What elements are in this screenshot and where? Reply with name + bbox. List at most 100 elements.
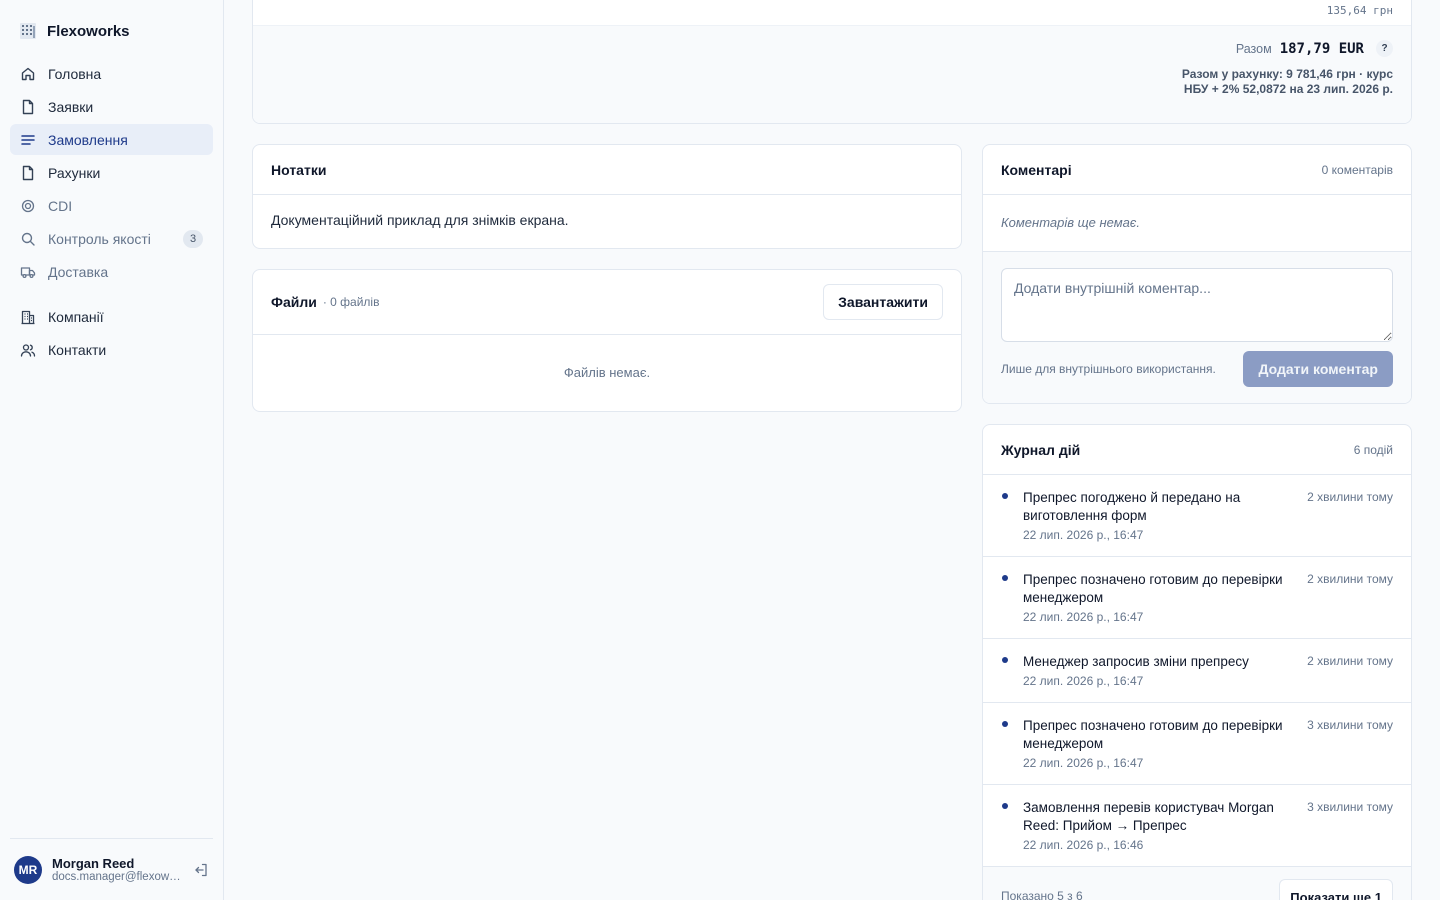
- event-relative-time: 2 хвилини тому: [1307, 572, 1393, 586]
- sidebar-item-label: Заявки: [48, 98, 94, 115]
- list-icon: [21, 134, 35, 145]
- event-dot-icon: [1002, 657, 1008, 663]
- event-timestamp: 22 лип. 2026 р., 16:47: [1023, 674, 1144, 688]
- activity-event: Препрес позначено готовим до перевірки м…: [983, 557, 1411, 639]
- avatar: MR: [14, 855, 42, 884]
- sidebar-item-home[interactable]: Головна: [10, 58, 213, 89]
- sidebar-item-cdi[interactable]: CDI: [10, 190, 213, 221]
- event-relative-time: 2 хвилини тому: [1307, 654, 1393, 668]
- activity-log-count: 6 подій: [1353, 442, 1393, 457]
- files-card: Файли · 0 файлів Завантажити Файлів нема…: [252, 269, 962, 412]
- event-dot-icon: [1002, 721, 1008, 727]
- search-icon: [21, 232, 35, 246]
- sidebar-item-label: Компанії: [48, 308, 104, 325]
- target-icon: [21, 199, 35, 212]
- activity-log-card: Журнал дій 6 подій Препрес погоджено й п…: [982, 424, 1412, 900]
- count-badge: 3: [183, 229, 203, 248]
- truck-icon: [20, 266, 36, 278]
- sidebar-item-label: Головна: [48, 65, 102, 82]
- sidebar-item-label: Контакти: [48, 341, 107, 358]
- sidebar-item-label: Контроль якості: [48, 230, 151, 247]
- activity-event: Препрес погоджено й передано на виготовл…: [983, 475, 1411, 557]
- activity-log-footer: Показано 5 з 6 Показати ще 1: [983, 867, 1411, 900]
- sidebar-item-label: Рахунки: [48, 164, 101, 181]
- user-email: docs.manager@flexoworks.com: [52, 871, 183, 883]
- building-grid-icon: [20, 23, 36, 39]
- comments-header: Коментарі 0 коментарів: [983, 145, 1411, 195]
- event-text: Препрес позначено готовим до перевірки м…: [1023, 718, 1283, 751]
- total-value: 187,79 EUR: [1279, 40, 1364, 57]
- event-text: Препрес погоджено й передано на виготовл…: [1023, 490, 1241, 523]
- sidebar-item-delivery[interactable]: Доставка: [10, 256, 213, 287]
- sidebar: Flexoworks Головна Заявки Замовлення Рах…: [0, 0, 224, 900]
- activity-event: Менеджер запросив зміни препресу 2 хвили…: [983, 639, 1411, 703]
- notes-card: Нотатки Документаційний приклад для знім…: [252, 144, 962, 249]
- event-relative-time: 2 хвилини тому: [1307, 490, 1393, 504]
- users-icon: [20, 343, 36, 357]
- sidebar-item-companies[interactable]: Компанії: [10, 301, 213, 332]
- event-text: Замовлення перевів користувач Morgan Ree…: [1023, 800, 1274, 833]
- event-dot-icon: [1002, 575, 1008, 581]
- comment-hint: Лише для внутрішнього використання.: [1001, 362, 1216, 376]
- event-timestamp: 22 лип. 2026 р., 16:47: [1023, 610, 1144, 624]
- home-icon: [21, 67, 35, 80]
- sidebar-item-label: Замовлення: [48, 131, 128, 148]
- user-name: Morgan Reed: [52, 856, 135, 871]
- activity-log-title: Журнал дій: [1001, 441, 1081, 458]
- event-timestamp: 22 лип. 2026 р., 16:46: [1023, 838, 1144, 852]
- event-text: Препрес позначено готовим до перевірки м…: [1023, 572, 1283, 605]
- brand[interactable]: Flexoworks: [19, 22, 130, 40]
- previous-row-value: 135,64 грн: [1326, 4, 1393, 17]
- notes-header: Нотатки: [253, 145, 961, 195]
- comments-empty-state: Коментарів ще немає.: [983, 195, 1411, 252]
- activity-event: Препрес позначено готовим до перевірки м…: [983, 703, 1411, 785]
- help-icon[interactable]: ?: [1376, 40, 1393, 57]
- comments-card: Коментарі 0 коментарів Коментарів ще нем…: [982, 144, 1412, 404]
- notes-text: Документаційний приклад для знімків екра…: [271, 212, 569, 228]
- totals-summary: Разом 187,79 EUR ? Разом у рахунку: 9 78…: [253, 26, 1411, 123]
- total-row: Разом 187,79 EUR ?: [1236, 40, 1393, 57]
- sidebar-item-quality-control[interactable]: Контроль якості 3: [10, 223, 213, 254]
- user-panel: MR Morgan Reed docs.manager@flexoworks.c…: [10, 838, 213, 900]
- building-icon: [21, 310, 35, 324]
- comment-form: Лише для внутрішнього використання. Дода…: [983, 252, 1411, 403]
- activity-event: Замовлення перевів користувач Morgan Ree…: [983, 785, 1411, 867]
- event-text: Менеджер запросив зміни препресу: [1023, 654, 1249, 669]
- upload-button[interactable]: Завантажити: [823, 284, 943, 320]
- files-empty-state: Файлів немає.: [563, 365, 651, 380]
- files-title-group: Файли · 0 файлів: [271, 294, 379, 310]
- sidebar-nav: Головна Заявки Замовлення Рахунки CDI Ко…: [10, 58, 213, 367]
- sidebar-item-label: CDI: [48, 197, 73, 214]
- brand-name: Flexoworks: [47, 22, 130, 40]
- event-dot-icon: [1002, 803, 1008, 809]
- nav-divider: [10, 289, 213, 301]
- event-dot-icon: [1002, 493, 1008, 499]
- comments-title: Коментарі: [1001, 161, 1072, 178]
- notes-title: Нотатки: [271, 161, 327, 178]
- files-header: Файли · 0 файлів Завантажити: [253, 270, 961, 335]
- event-timestamp: 22 лип. 2026 р., 16:47: [1023, 756, 1144, 770]
- sidebar-item-label: Доставка: [48, 263, 109, 280]
- activity-log-header: Журнал дій 6 подій: [983, 425, 1411, 475]
- sidebar-item-orders[interactable]: Замовлення: [10, 124, 213, 155]
- add-comment-button[interactable]: Додати коментар: [1243, 351, 1393, 387]
- totals-previous-row: 135,64 грн: [253, 0, 1411, 26]
- event-relative-time: 3 хвилини тому: [1307, 718, 1393, 732]
- sidebar-item-contacts[interactable]: Контакти: [10, 334, 213, 365]
- file-icon: [22, 99, 34, 114]
- event-relative-time: 3 хвилини тому: [1307, 800, 1393, 814]
- files-count: · 0 файлів: [322, 295, 380, 309]
- user-info: Morgan Reed docs.manager@flexoworks.com: [52, 856, 183, 883]
- order-totals-card: 135,64 грн Разом 187,79 EUR ? Разом у ра…: [252, 0, 1412, 124]
- file-icon: [22, 165, 34, 180]
- invoice-total-note: Разом у рахунку: 9 781,46 грн · курс НБУ…: [1181, 67, 1393, 96]
- total-label: Разом: [1235, 41, 1272, 56]
- sidebar-item-requests[interactable]: Заявки: [10, 91, 213, 122]
- comment-input[interactable]: [1001, 268, 1393, 342]
- sidebar-item-invoices[interactable]: Рахунки: [10, 157, 213, 188]
- logout-icon[interactable]: [193, 862, 209, 878]
- shown-count: Показано 5 з 6: [1001, 889, 1083, 900]
- comments-count: 0 коментарів: [1321, 162, 1393, 177]
- files-title: Файли: [271, 294, 317, 310]
- show-more-button[interactable]: Показати ще 1: [1279, 879, 1393, 900]
